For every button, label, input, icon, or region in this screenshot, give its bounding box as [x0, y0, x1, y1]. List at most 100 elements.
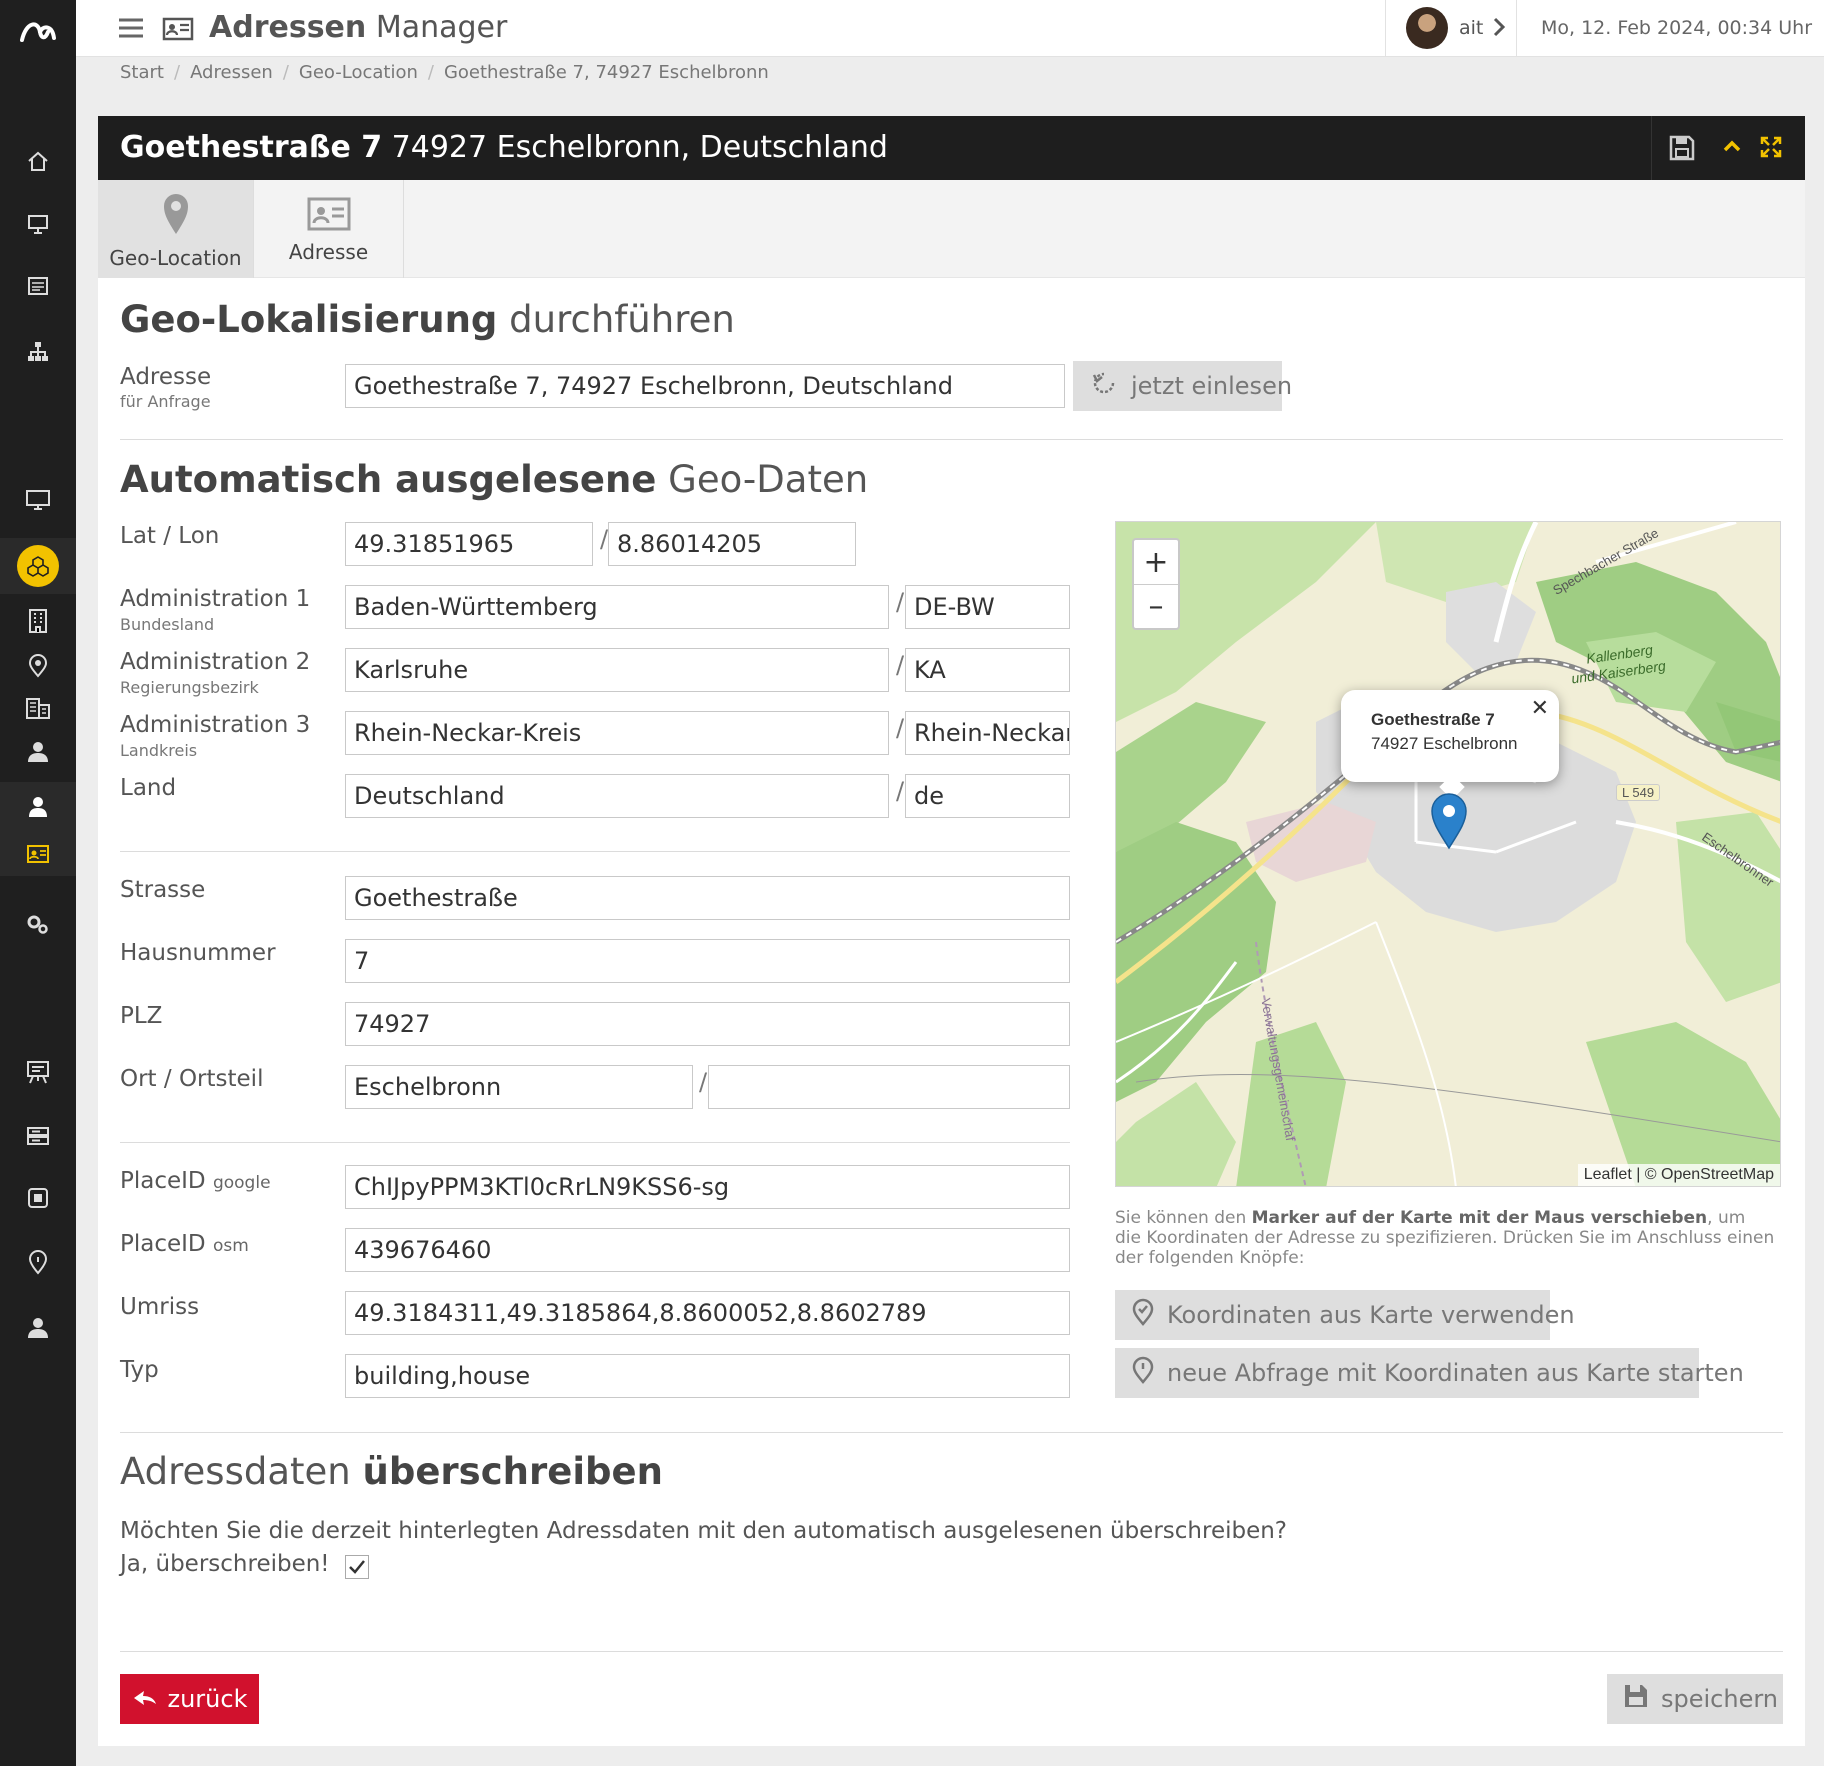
slash: /	[896, 651, 905, 679]
tab-bar: Geo-Location Adresse	[98, 180, 1805, 278]
user-icon[interactable]	[0, 782, 76, 832]
server-icon[interactable]	[0, 1110, 76, 1162]
breadcrumb: Start / Adressen / Geo-Location / Goethe…	[120, 61, 769, 83]
lon-input[interactable]: 8.86014205	[608, 522, 856, 566]
admin3-label: Administration 3	[120, 712, 311, 738]
lat-input[interactable]: 49.31851965	[345, 522, 593, 566]
user-name[interactable]: ait	[1459, 17, 1483, 39]
use-coordinates-label: Koordinaten aus Karte verwenden	[1167, 1301, 1575, 1329]
chevron-right-icon[interactable]	[1492, 16, 1506, 42]
read-button[interactable]: jetzt einlesen	[1073, 361, 1292, 411]
home-icon[interactable]	[0, 136, 76, 188]
admin1-sublabel: Bundesland	[120, 615, 215, 634]
address-card-icon	[162, 16, 194, 46]
user-admin-icon[interactable]	[0, 1302, 76, 1354]
land-input[interactable]: Deutschland	[345, 774, 889, 818]
collapse-chevron-up-icon[interactable]	[1722, 136, 1742, 160]
admin1-code-input[interactable]: DE-BW	[905, 585, 1070, 629]
land-code-input[interactable]: de	[905, 774, 1070, 818]
adresse-sublabel: für Anfrage	[120, 392, 211, 411]
breadcrumb-geo-location[interactable]: Geo-Location	[299, 62, 418, 83]
refresh-icon	[1089, 368, 1119, 404]
tab-adresse[interactable]: Adresse	[254, 180, 404, 278]
placeid-osm-input[interactable]: 439676460	[345, 1228, 1070, 1272]
tab-adresse-label: Adresse	[288, 240, 369, 264]
modules-icon[interactable]	[0, 538, 76, 594]
hausnummer-input[interactable]: 7	[345, 939, 1070, 983]
monitor-icon[interactable]	[0, 474, 76, 526]
app-logo-icon[interactable]	[0, 0, 76, 64]
map-attribution[interactable]: Leaflet | © OpenStreetMap	[1577, 1164, 1780, 1186]
typ-input[interactable]: building,house	[345, 1354, 1070, 1398]
placeid-google-input[interactable]: ChIJpyPPM3KTl0cRrLN9KSS6-sg	[345, 1165, 1070, 1209]
admin2-input[interactable]: Karlsruhe	[345, 648, 889, 692]
back-arrow-icon	[132, 1685, 158, 1713]
divider	[120, 439, 1783, 440]
user-menu[interactable]: ait	[1385, 0, 1517, 57]
use-coordinates-button[interactable]: Koordinaten aus Karte verwenden	[1115, 1290, 1575, 1340]
slash: /	[896, 777, 905, 805]
adresse-input[interactable]: Goethestraße 7, 74927 Eschelbronn, Deuts…	[345, 364, 1065, 408]
strasse-input[interactable]: Goethestraße	[345, 876, 1070, 920]
admin1-input[interactable]: Baden-Württemberg	[345, 585, 889, 629]
buildings-icon[interactable]	[0, 686, 76, 730]
location-pin-icon[interactable]	[0, 644, 76, 688]
board-icon[interactable]	[0, 1046, 76, 1098]
admin2-sublabel: Regierungsbezirk	[120, 678, 259, 697]
ortsteil-input[interactable]	[708, 1065, 1070, 1109]
geo-heading: Geo-Lokalisierung durchführen	[120, 298, 735, 341]
tab-geo-location-label: Geo-Location	[109, 246, 242, 270]
back-button[interactable]: zurück	[120, 1674, 259, 1724]
sitemap-icon[interactable]	[0, 326, 76, 378]
strasse-label: Strasse	[120, 877, 206, 903]
plz-input[interactable]: 74927	[345, 1002, 1070, 1046]
latlon-label: Lat / Lon	[120, 523, 220, 549]
map-tiles[interactable]	[1116, 522, 1781, 1187]
breadcrumb-adressen[interactable]: Adressen	[190, 62, 273, 83]
save-button[interactable]: speichern	[1607, 1674, 1783, 1724]
admin3-code-input[interactable]: Rhein-Neckar-	[905, 711, 1070, 755]
building-icon[interactable]	[0, 598, 76, 644]
save-icon[interactable]	[1651, 116, 1711, 180]
tab-geo-location[interactable]: Geo-Location	[98, 180, 254, 278]
divider	[120, 1142, 1070, 1143]
slash: /	[699, 1068, 708, 1096]
map-marker-icon[interactable]	[1430, 792, 1468, 854]
admin2-code-input[interactable]: KA	[905, 648, 1070, 692]
admin3-sublabel: Landkreis	[120, 741, 198, 760]
plz-label: PLZ	[120, 1003, 163, 1029]
overwrite-checkbox[interactable]	[345, 1555, 369, 1579]
address-card-nav-icon[interactable]	[0, 832, 76, 876]
umriss-label: Umriss	[120, 1294, 200, 1320]
placeid-google-label: PlaceID google	[120, 1168, 271, 1194]
read-button-label: jetzt einlesen	[1131, 372, 1293, 400]
hamburger-menu-icon[interactable]	[118, 17, 144, 43]
settings-gears-icon[interactable]	[0, 898, 76, 950]
sidebar	[0, 0, 76, 1766]
storage-icon[interactable]	[0, 1172, 76, 1224]
breadcrumb-start[interactable]: Start	[120, 62, 164, 83]
zoom-in-button[interactable]: +	[1134, 540, 1178, 584]
overwrite-question: Möchten Sie die derzeit hinterlegten Adr…	[120, 1518, 1288, 1544]
divider	[120, 1432, 1783, 1433]
slash: /	[896, 588, 905, 616]
fullscreen-expand-icon[interactable]	[1760, 136, 1782, 162]
auto-heading: Automatisch ausgelesene Geo-Daten	[120, 458, 869, 501]
avatar[interactable]	[1406, 7, 1448, 49]
map[interactable]: Spechbacher Straße Kallenberg und Kaiser…	[1115, 521, 1781, 1187]
admin3-input[interactable]: Rhein-Neckar-Kreis	[345, 711, 889, 755]
hausnummer-label: Hausnummer	[120, 940, 276, 966]
slash: /	[896, 714, 905, 742]
umriss-input[interactable]: 49.3184311,49.3185864,8.8600052,8.860278…	[345, 1291, 1070, 1335]
floppy-disk-icon	[1623, 1683, 1649, 1715]
presentation-icon[interactable]	[0, 198, 76, 250]
newspaper-icon[interactable]	[0, 260, 76, 312]
ort-input[interactable]: Eschelbronn	[345, 1065, 693, 1109]
check-pin-icon	[1131, 1298, 1155, 1332]
map-popup: ✕ Goethestraße 7 74927 Eschelbronn	[1341, 690, 1559, 800]
zoom-out-button[interactable]: –	[1134, 584, 1178, 628]
user-group-icon[interactable]	[0, 730, 76, 774]
popup-close-icon[interactable]: ✕	[1531, 696, 1549, 721]
new-query-button[interactable]: neue Abfrage mit Koordinaten aus Karte s…	[1115, 1348, 1744, 1398]
info-pin-icon[interactable]	[0, 1236, 76, 1288]
